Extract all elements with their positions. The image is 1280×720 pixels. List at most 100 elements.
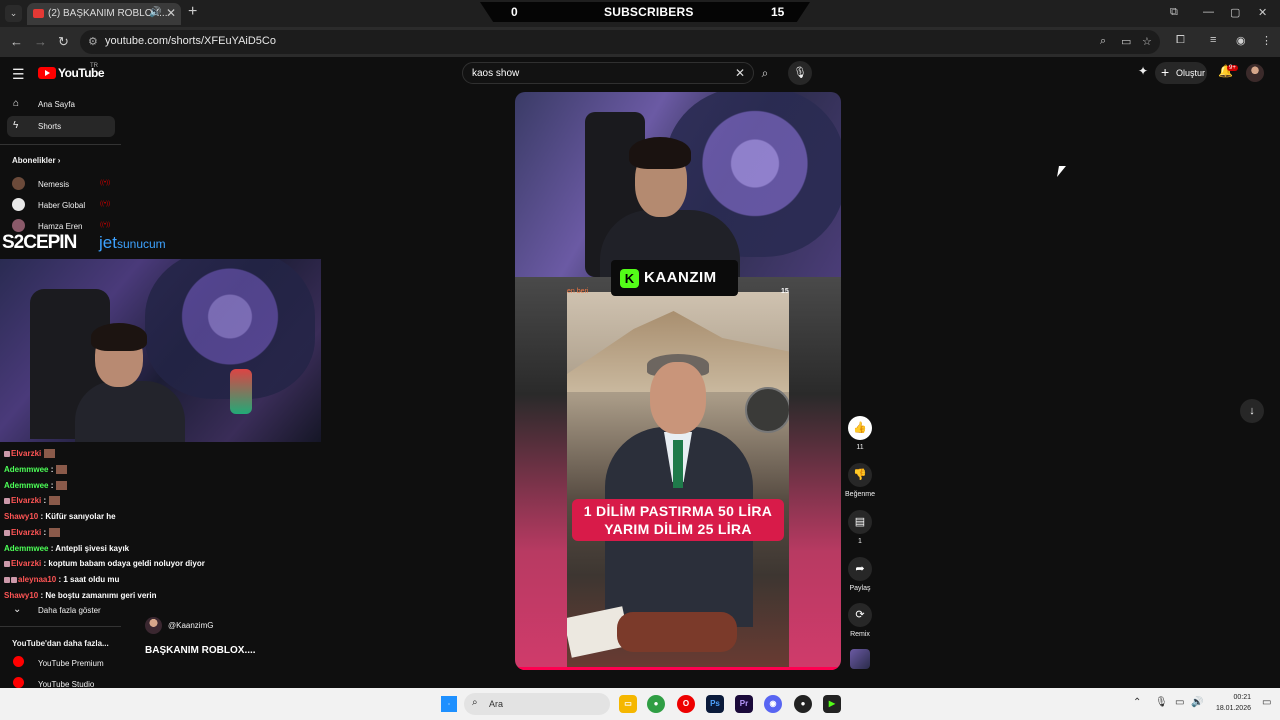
minimize-button[interactable]: —	[1203, 6, 1214, 18]
taskbar-search[interactable]: ⌕ Ara	[464, 693, 610, 715]
home-icon: ⌂	[13, 98, 20, 109]
sidebar-item-home[interactable]: ⌂ Ana Sayfa	[7, 94, 115, 115]
search-button[interactable]: ⌕	[754, 62, 776, 84]
embedded-clip: 1 DİLİM PASTIRMA 50 LİRA YARIM DİLİM 25 …	[567, 292, 789, 670]
sponsor-jetsunucum: jetsunucum	[99, 233, 166, 252]
browser-tabstrip: ⌄ (2) BAŞKANIM ROBLOX... 🔊 ✕ + 0 SUBSCRI…	[0, 0, 1280, 27]
remix-button[interactable]: ⟳ Remix	[848, 603, 872, 638]
clear-search-icon[interactable]: ✕	[735, 66, 745, 80]
chat-message: Elvarzki : koptum babam odaya geldi nolu…	[4, 559, 205, 568]
mic-tray-icon[interactable]: 🎙	[1155, 697, 1168, 708]
video-caption: 1 DİLİM PASTIRMA 50 LİRA YARIM DİLİM 25 …	[572, 499, 784, 541]
sidebar-item-shorts[interactable]: ϟ Shorts	[7, 116, 115, 137]
new-tab-button[interactable]: +	[188, 3, 197, 21]
chat-message: Ademmwee : Antepli şivesi kayık	[4, 544, 130, 553]
youtube-premium-icon	[13, 656, 24, 667]
url-text: youtube.com/shorts/XFEuYAiD5Co	[105, 35, 276, 47]
obs-icon[interactable]: ●	[794, 695, 812, 713]
channel-avatar	[145, 617, 162, 634]
show-more-button[interactable]: ⌄ Daha fazla göster	[7, 600, 115, 621]
opera-icon[interactable]: O	[677, 695, 695, 713]
subscriber-goal-overlay: 0 SUBSCRIBERS 15	[480, 2, 810, 22]
subscriber-goal-left: 0	[511, 5, 518, 19]
youtube-play-icon	[38, 67, 56, 79]
subscriptions-heading[interactable]: Abonelikler ›	[12, 156, 60, 165]
comments-button[interactable]: ▤ 1	[848, 510, 872, 545]
profile-icon[interactable]: ◉	[1236, 34, 1246, 47]
search-input[interactable]: kaos show ✕	[462, 62, 754, 84]
streamer	[75, 323, 185, 442]
windows-taskbar: ⌕ Ara ▭ ● O Ps Pr ◉ ● ▶ ⌃ 🎙 ▭ 🔊 00:21 18…	[0, 688, 1280, 720]
browser-menu-icon[interactable]: ⋮	[1261, 34, 1272, 47]
more-from-youtube-heading: YouTube'dan daha fazla...	[12, 639, 109, 648]
channel-avatar	[12, 177, 25, 190]
site-info-icon[interactable]: ⚙	[88, 35, 98, 48]
chat-message: Shawy10 : Küfür sanıyolar he	[4, 512, 116, 521]
cast-icon[interactable]: ▭	[1121, 35, 1131, 48]
tab-audio-icon[interactable]: 🔊	[149, 7, 161, 18]
volume-icon[interactable]: 🔊	[1191, 697, 1203, 708]
streamer-webcam	[0, 259, 321, 442]
bookmark-star-icon[interactable]: ☆	[1142, 35, 1152, 48]
chevron-down-icon: ⌄	[13, 604, 22, 615]
streamer-name-tag: K KAANZIM	[611, 260, 738, 296]
sponsor-s2cepin: S2CEPIN	[2, 232, 77, 253]
sponsor-logos: S2CEPIN jetsunucum	[0, 228, 220, 258]
discord-icon[interactable]: ◉	[764, 695, 782, 713]
live-icon: ((•))	[100, 180, 111, 186]
windows-start-icon[interactable]	[441, 696, 457, 712]
network-icon[interactable]: ▭	[1175, 697, 1184, 708]
thumbs-down-icon: 👎	[848, 463, 872, 487]
youtube-studio-icon	[13, 677, 24, 688]
voice-search-icon[interactable]: 🎙	[788, 61, 812, 85]
zoom-icon[interactable]: ⌕	[1100, 35, 1106, 48]
notification-center-icon[interactable]: ▭	[1262, 697, 1271, 708]
address-bar[interactable]: ⚙ youtube.com/shorts/XFEuYAiD5Co ⌕ ▭ ☆	[80, 30, 1160, 54]
reload-button[interactable]: ↻	[58, 34, 69, 50]
tab-search-icon[interactable]: ⧉	[1170, 6, 1178, 19]
subscriber-goal-label: SUBSCRIBERS	[604, 5, 694, 19]
file-explorer-icon[interactable]: ▭	[619, 695, 637, 713]
video-title[interactable]: BAŞKANIM ROBLOX....	[145, 645, 256, 656]
video-webcam-section	[515, 92, 841, 280]
cast-icon-yt[interactable]: ✦	[1138, 64, 1148, 78]
chat-message: Elvarzki	[4, 449, 56, 459]
tab-search-dropdown[interactable]: ⌄	[5, 5, 22, 22]
chat-message: Ademmwee :	[4, 465, 68, 475]
hamburger-menu-icon[interactable]: ☰	[12, 66, 25, 83]
kick-app-icon[interactable]: ▶	[823, 695, 841, 713]
chat-message: Ademmwee :	[4, 481, 68, 491]
region-code: TR	[90, 63, 98, 69]
remix-icon: ⟳	[848, 603, 872, 627]
next-video-button[interactable]: ↓	[1240, 399, 1264, 423]
thumbs-up-icon: 👍	[848, 416, 872, 440]
like-button[interactable]: 👍 11	[848, 416, 872, 451]
tab-close-icon[interactable]: ✕	[166, 6, 176, 20]
short-video-player[interactable]: 1 DİLİM PASTIRMA 50 LİRA YARIM DİLİM 25 …	[515, 92, 841, 670]
audio-thumbnail[interactable]	[850, 649, 870, 669]
dislike-button[interactable]: 👎 Beğenme	[845, 463, 875, 498]
premiere-icon[interactable]: Pr	[735, 695, 753, 713]
tray-overflow-icon[interactable]: ⌃	[1133, 697, 1141, 708]
chrome-icon[interactable]: ●	[647, 695, 665, 713]
maximize-button[interactable]: ▢	[1230, 6, 1240, 19]
rgb-light	[230, 369, 252, 414]
browser-tab-active[interactable]: (2) BAŞKANIM ROBLOX... 🔊 ✕	[27, 3, 181, 25]
taskbar-clock[interactable]: 00:21 18.01.2026	[1206, 692, 1251, 714]
create-button[interactable]: + Oluştur	[1155, 62, 1207, 84]
account-avatar[interactable]	[1246, 64, 1264, 82]
sidebar-divider	[0, 626, 121, 627]
back-button[interactable]: ←	[10, 34, 23, 49]
photoshop-icon[interactable]: Ps	[706, 695, 724, 713]
tab-list-icon[interactable]: ≡	[1210, 34, 1216, 46]
share-button[interactable]: ➦ Paylaş	[848, 557, 872, 592]
mouse-cursor-icon	[1057, 166, 1066, 177]
comment-count: 1	[858, 538, 862, 545]
video-progress-bar[interactable]	[515, 667, 841, 670]
forward-button[interactable]: →	[34, 34, 47, 49]
plus-icon: +	[1161, 64, 1170, 80]
window-close-button[interactable]: ✕	[1258, 6, 1267, 19]
extensions-icon[interactable]: ⧠	[1176, 34, 1185, 47]
kick-logo-icon: K	[620, 269, 639, 288]
comment-icon: ▤	[848, 510, 872, 534]
